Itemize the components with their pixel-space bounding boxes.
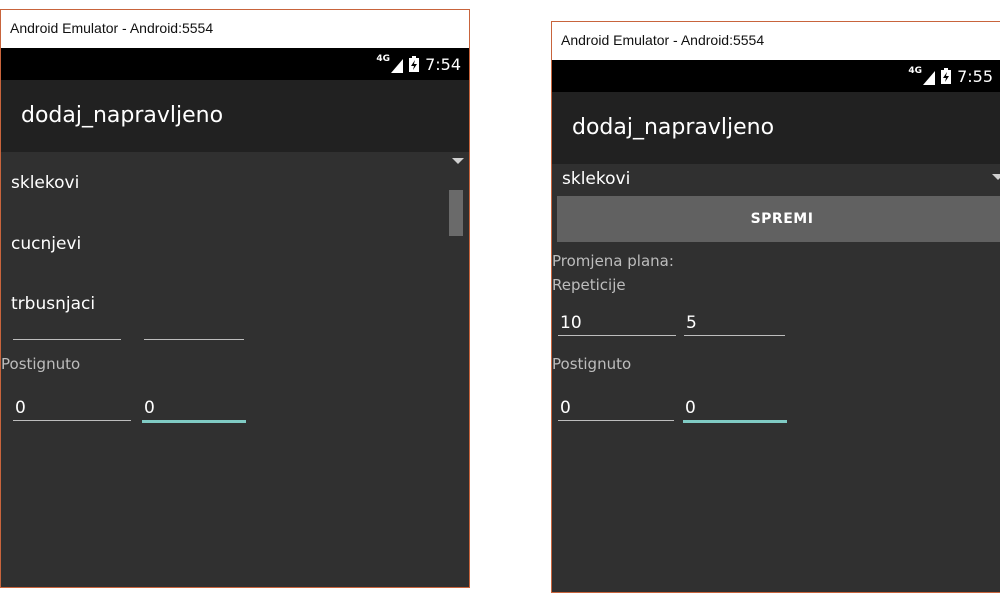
status-bar: 4G 7:55 xyxy=(552,60,1000,92)
dropdown-arrow-icon[interactable] xyxy=(452,158,464,164)
app-bar: dodaj_napravljeno xyxy=(552,92,1000,164)
postignuto-field-1[interactable]: 0 xyxy=(558,396,674,421)
plan-change-label: Promjena plana: xyxy=(552,252,674,270)
device-screen: 4G 7:54 dodaj_napravljeno sklekovi cucnj… xyxy=(1,48,469,587)
device-screen: 4G 7:55 dodaj_napravljeno sklekovi SPREM… xyxy=(552,60,1000,592)
signal-icon: 4G xyxy=(376,55,404,73)
emulator-window-left: Android Emulator - Android:5554 4G 7:54 … xyxy=(0,9,470,588)
postignuto-field-1[interactable]: 0 xyxy=(13,396,131,421)
plan-field-2[interactable]: 5 xyxy=(684,311,785,336)
dropdown-arrow-icon[interactable] xyxy=(992,174,1000,180)
app-title: dodaj_napravljeno xyxy=(21,103,224,128)
app-bar: dodaj_napravljeno xyxy=(1,80,469,152)
repetitions-label: Repeticije xyxy=(552,276,626,294)
list-item[interactable]: sklekovi xyxy=(11,173,79,193)
window-title: Android Emulator - Android:5554 xyxy=(552,22,1000,58)
plan-field-2[interactable] xyxy=(144,315,244,340)
list-item[interactable]: trbusnjaci xyxy=(11,294,95,314)
postignuto-label: Postignuto xyxy=(552,355,632,373)
battery-icon xyxy=(941,68,952,84)
signal-icon: 4G xyxy=(908,67,936,85)
emulator-window-right: Android Emulator - Android:5554 4G 7:55 … xyxy=(551,21,1000,593)
postignuto-field-2[interactable]: 0 xyxy=(142,396,246,423)
plan-field-1[interactable] xyxy=(13,315,121,340)
clock: 7:55 xyxy=(957,66,993,86)
list-item[interactable]: cucnjevi xyxy=(11,234,81,254)
postignuto-field-2[interactable]: 0 xyxy=(683,396,787,423)
battery-icon xyxy=(409,56,420,72)
save-button[interactable]: SPREMI xyxy=(557,196,1000,242)
plan-field-1[interactable]: 10 xyxy=(558,311,676,336)
clock: 7:54 xyxy=(425,54,461,74)
exercise-spinner[interactable]: sklekovi xyxy=(562,169,630,189)
postignuto-label: Postignuto xyxy=(1,355,81,373)
app-title: dodaj_napravljeno xyxy=(572,115,775,140)
window-title: Android Emulator - Android:5554 xyxy=(1,10,469,46)
scrollbar[interactable] xyxy=(449,190,463,236)
spinner-dropdown-list[interactable]: sklekovi cucnjevi trbusnjaci xyxy=(1,152,469,322)
status-bar: 4G 7:54 xyxy=(1,48,469,80)
